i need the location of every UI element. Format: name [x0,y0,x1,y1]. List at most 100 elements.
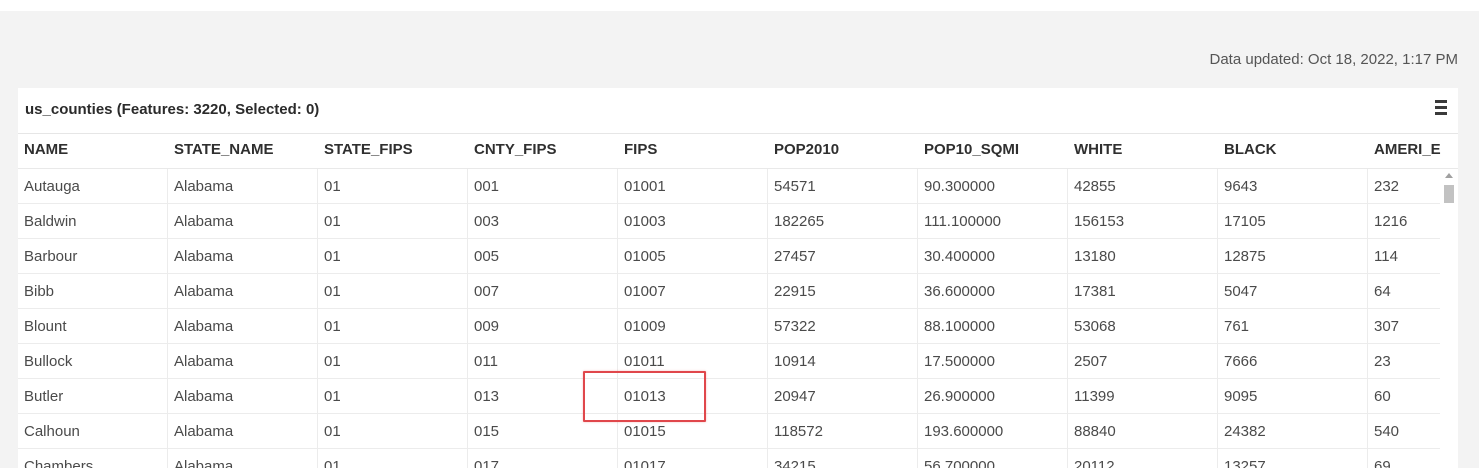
table-cell: 69 [1374,458,1391,468]
top-strip [0,0,1479,11]
table-row[interactable]: Baldwin Alabama 01 003 01003 182265 111.100000… [18,204,1458,239]
table-cell: 01001 [618,169,768,204]
table-cell: 17381 [1068,274,1218,309]
table-cell: 42855 [1068,169,1218,204]
table-cell: 01 [318,309,468,344]
hamburger-menu-icon[interactable] [1434,100,1448,118]
data-updated-label: Data updated: Oct 18, 2022, 1:17 PM [1209,51,1459,68]
table-cell: 20112 [1068,449,1218,468]
table-cell: 23 [1374,353,1391,370]
table-cell: 11399 [1068,379,1218,414]
table-cell: 118572 [768,414,918,449]
table-cell: Alabama [168,204,318,239]
table-cell: 114 [1374,248,1398,265]
column-header-ameri-e[interactable]: AMERI_E [1368,134,1444,169]
table-cell: 22915 [768,274,918,309]
table-cell: 307 [1374,318,1400,335]
table-row[interactable]: Blount Alabama 01 009 01009 57322 88.100000 530… [18,309,1458,344]
table-cell: 01 [318,169,468,204]
table-row[interactable]: Bullock Alabama 01 011 01011 10914 17.500000 25… [18,344,1458,379]
table-cell: 111.100000 [918,204,1068,239]
table-cell: 156153 [1068,204,1218,239]
attribute-table: NAME STATE_NAME STATE_FIPS CNTY_FIPS FIP… [18,134,1458,468]
table-cell: Butler [18,379,168,414]
table-cell: 001 [468,169,618,204]
table-cell: 01 [318,344,468,379]
table-cell: 26.900000 [918,379,1068,414]
table-cell: 01 [318,414,468,449]
table-cell: 30.400000 [918,239,1068,274]
table-cell: 01 [318,449,468,468]
table-cell: 13180 [1068,239,1218,274]
table-cell: 64 [1374,283,1391,300]
table-header-row: NAME STATE_NAME STATE_FIPS CNTY_FIPS FIP… [18,134,1458,169]
table-cell: 27457 [768,239,918,274]
table-cell: 01 [318,239,468,274]
table-cell: 01017 [618,449,768,468]
table-cell: 005 [468,239,618,274]
table-cell: 9095 [1218,379,1368,414]
scroll-thumb[interactable] [1444,185,1454,203]
table-cell: Bullock [18,344,168,379]
table-cell: Blount [18,309,168,344]
table-cell: Autauga [18,169,168,204]
table-cell: Bibb [18,274,168,309]
table-cell: 13257 [1218,449,1368,468]
column-header-pop2010[interactable]: POP2010 [768,134,918,169]
table-row[interactable]: Autauga Alabama 01 001 01001 54571 90.300000 42… [18,169,1458,204]
column-header-name[interactable]: NAME [18,134,168,169]
table-cell: 10914 [768,344,918,379]
table-cell: 01 [318,274,468,309]
table-cell: 01007 [618,274,768,309]
table-cell: 53068 [1068,309,1218,344]
table-cell: Alabama [168,169,318,204]
table-cell: 12875 [1218,239,1368,274]
table-cell: 60 [1374,388,1391,405]
table-row[interactable]: Butler Alabama 01 013 01013 20947 26.900000 113… [18,379,1458,414]
table-cell: Alabama [168,379,318,414]
scroll-up-arrow-icon[interactable] [1445,173,1453,178]
table-cell: 01003 [618,204,768,239]
table-cell: 009 [468,309,618,344]
column-header-state-name[interactable]: STATE_NAME [168,134,318,169]
table-cell: Alabama [168,449,318,468]
table-cell: 007 [468,274,618,309]
table-row[interactable]: Chambers Alabama 01 017 01017 34215 56.700000 2… [18,449,1458,468]
table-cell: 232 [1374,178,1400,195]
column-header-pop10-sqmi[interactable]: POP10_SQMI [918,134,1068,169]
vertical-scrollbar[interactable] [1440,169,1458,468]
table-cell: 17.500000 [918,344,1068,379]
table-cell: 54571 [768,169,918,204]
table-cell: 01005 [618,239,768,274]
column-header-black[interactable]: BLACK [1218,134,1368,169]
table-row[interactable]: Calhoun Alabama 01 015 01015 118572 193.600000… [18,414,1458,449]
column-header-white[interactable]: WHITE [1068,134,1218,169]
column-header-cnty-fips[interactable]: CNTY_FIPS [468,134,618,169]
table-cell: 2507 [1068,344,1218,379]
table-cell: Barbour [18,239,168,274]
table-cell: 9643 [1218,169,1368,204]
table-cell: Alabama [168,344,318,379]
table-cell: 1216 [1374,213,1408,230]
table-cell: 017 [468,449,618,468]
column-header-fips[interactable]: FIPS [618,134,768,169]
table-cell: Alabama [168,309,318,344]
table-cell: 88.100000 [918,309,1068,344]
table-cell: 761 [1218,309,1368,344]
table-header-bar: us_counties (Features: 3220, Selected: 0… [18,88,1458,134]
table-cell: 88840 [1068,414,1218,449]
table-cell: 90.300000 [918,169,1068,204]
table-cell: 003 [468,204,618,239]
table-cell: Calhoun [18,414,168,449]
column-header-state-fips[interactable]: STATE_FIPS [318,134,468,169]
table-row[interactable]: Barbour Alabama 01 005 01005 27457 30.400000 13… [18,239,1458,274]
table-cell: 193.600000 [918,414,1068,449]
table-cell: Alabama [168,414,318,449]
attribute-table-panel: us_counties (Features: 3220, Selected: 0… [18,88,1458,468]
table-row[interactable]: Bibb Alabama 01 007 01007 22915 36.600000 17381… [18,274,1458,309]
table-cell: 20947 [768,379,918,414]
table-cell: Alabama [168,239,318,274]
table-cell: 5047 [1218,274,1368,309]
table-title: us_counties (Features: 3220, Selected: 0… [25,101,320,118]
table-cell: Chambers [18,449,168,468]
